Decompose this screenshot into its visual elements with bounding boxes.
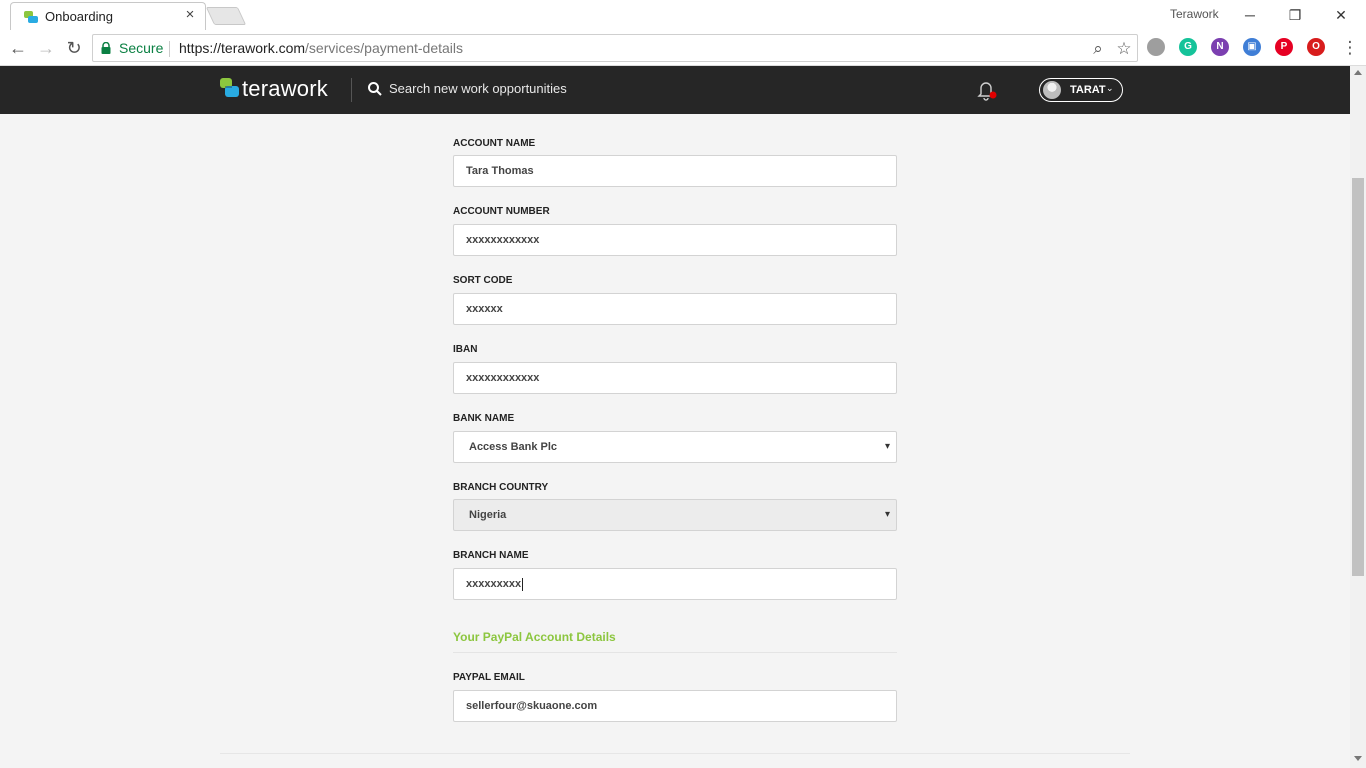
- paypal-section-title: Your PayPal Account Details: [453, 630, 616, 644]
- section-divider: [453, 652, 897, 653]
- lock-icon: [101, 42, 111, 54]
- account-name-label: ACCOUNT NAME: [453, 138, 536, 149]
- site-header: terawork Search new work opportunities T…: [0, 66, 1350, 114]
- tab-title: Onboarding: [45, 9, 113, 24]
- search-icon[interactable]: [367, 81, 383, 97]
- payment-details-form: ACCOUNT NAME Tara Thomas ACCOUNT NUMBER …: [453, 114, 897, 754]
- bank-name-label: BANK NAME: [453, 413, 515, 424]
- browser-menu-icon[interactable]: ⋮: [1339, 37, 1361, 59]
- user-menu-button[interactable]: TARAT ⌄: [1039, 78, 1123, 102]
- new-tab-button[interactable]: [205, 7, 247, 25]
- branch-name-label: BRANCH NAME: [453, 550, 529, 561]
- dropdown-caret-icon: ▾: [884, 509, 890, 520]
- sort-code-label: SORT CODE: [453, 275, 513, 286]
- minimize-icon[interactable]: ─: [1227, 4, 1273, 26]
- branch-name-input[interactable]: xxxxxxxxx: [453, 568, 897, 600]
- grammarly-icon[interactable]: G: [1179, 38, 1197, 56]
- url-text[interactable]: https://terawork.com/services/payment-de…: [179, 40, 463, 56]
- account-name-input[interactable]: Tara Thomas: [453, 155, 897, 187]
- branch-name-value: xxxxxxxxx: [466, 578, 522, 590]
- iban-input[interactable]: xxxxxxxxxxxx: [453, 362, 897, 394]
- window-profile-title: Terawork: [1170, 7, 1219, 21]
- extension-grey-icon[interactable]: [1147, 38, 1165, 56]
- account-number-input[interactable]: xxxxxxxxxxxx: [453, 224, 897, 256]
- bank-name-value: Access Bank Plc: [469, 441, 558, 453]
- scroll-down-icon[interactable]: [1354, 756, 1362, 761]
- chevron-down-icon: ⌄: [1106, 83, 1114, 93]
- dropdown-caret-icon: ▾: [884, 441, 890, 452]
- user-name: TARAT: [1070, 84, 1106, 96]
- zoom-icon[interactable]: ⌕: [1089, 40, 1107, 58]
- branch-country-label: BRANCH COUNTRY: [453, 482, 549, 493]
- restore-icon[interactable]: ❐: [1272, 4, 1318, 26]
- pinterest-icon[interactable]: P: [1275, 38, 1293, 56]
- address-bar[interactable]: Secure https://terawork.com/services/pay…: [92, 34, 1138, 62]
- paypal-email-input[interactable]: sellerfour@skuaone.com: [453, 690, 897, 722]
- footer-divider: [220, 753, 1130, 754]
- branch-country-value: Nigeria: [469, 509, 507, 521]
- terawork-logo-icon[interactable]: [220, 77, 240, 101]
- onenote-icon[interactable]: N: [1211, 38, 1229, 56]
- forward-arrow-icon[interactable]: →: [35, 37, 57, 59]
- close-window-icon[interactable]: ✕: [1318, 4, 1364, 26]
- secure-label: Secure: [119, 40, 164, 56]
- extension-blue-icon[interactable]: ▣: [1243, 38, 1261, 56]
- terawork-favicon-icon: [24, 11, 38, 23]
- account-number-label: ACCOUNT NUMBER: [453, 206, 550, 217]
- bank-name-select[interactable]: Access Bank Plc ▾: [453, 431, 897, 463]
- url-host: https://terawork.com: [179, 40, 306, 56]
- avatar: [1043, 81, 1061, 99]
- search-opportunities-input[interactable]: Search new work opportunities: [389, 81, 567, 96]
- opera-icon[interactable]: O: [1307, 38, 1325, 56]
- address-separator: [169, 41, 170, 57]
- page-scrollbar[interactable]: [1350, 66, 1366, 768]
- reload-icon[interactable]: ↻: [63, 37, 85, 59]
- browser-tab-onboarding[interactable]: Onboarding ×: [10, 2, 206, 30]
- header-divider: [351, 78, 352, 102]
- sort-code-input[interactable]: xxxxxx: [453, 293, 897, 325]
- text-cursor: [522, 577, 524, 591]
- logo-text[interactable]: terawork: [242, 76, 328, 102]
- scroll-thumb[interactable]: [1352, 178, 1364, 576]
- scroll-up-icon[interactable]: [1354, 70, 1362, 75]
- bookmark-star-icon[interactable]: ☆: [1115, 40, 1133, 58]
- iban-label: IBAN: [453, 344, 478, 355]
- paypal-email-label: PAYPAL EMAIL: [453, 672, 525, 683]
- browser-toolbar: ← → ↻ Secure https://terawork.com/servic…: [0, 30, 1366, 66]
- url-path: /services/payment-details: [305, 40, 463, 56]
- branch-country-select[interactable]: Nigeria ▾: [453, 499, 897, 531]
- browser-tabstrip: Onboarding × Terawork ─ ❐ ✕: [0, 0, 1366, 30]
- notification-bell-icon[interactable]: [977, 79, 997, 101]
- tab-close-icon[interactable]: ×: [183, 7, 197, 22]
- back-arrow-icon[interactable]: ←: [7, 37, 29, 59]
